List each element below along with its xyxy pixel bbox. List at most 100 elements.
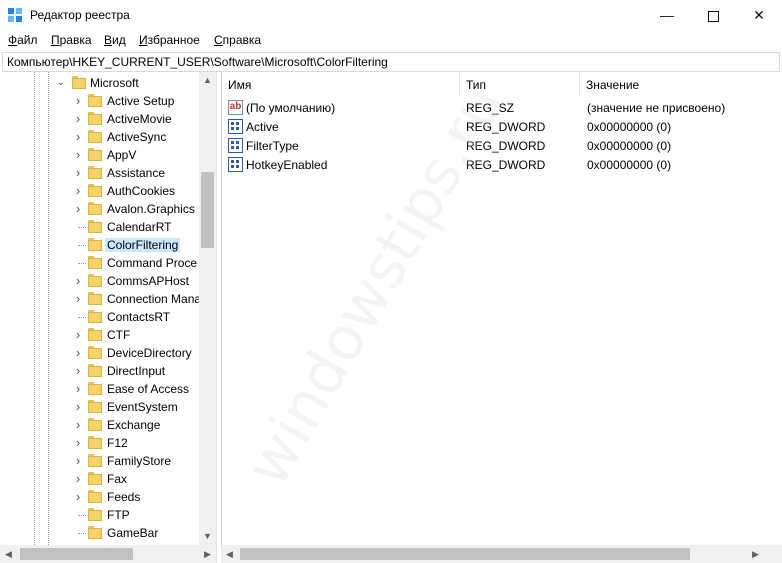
minimize-button[interactable]: — (644, 0, 690, 31)
folder-icon (72, 76, 86, 89)
tree-item-label: ColorFiltering (105, 238, 181, 252)
maximize-button[interactable] (690, 0, 736, 31)
expand-chevron-icon[interactable]: › (73, 400, 83, 413)
tree-item-microsoft[interactable]: ⌄ Microsoft (0, 74, 200, 92)
expand-chevron-icon[interactable]: › (73, 436, 83, 449)
list-horizontal-scrollbar[interactable]: ◀ ▶ (221, 545, 764, 563)
tree-item-appv[interactable]: › AppV (0, 146, 200, 164)
tree-item-ease-of-access[interactable]: › Ease of Access (0, 380, 200, 398)
tree-item-label: EventSystem (107, 400, 178, 414)
tree-item-devicedirectory[interactable]: › DeviceDirectory (0, 344, 200, 362)
expand-chevron-icon[interactable]: › (73, 94, 83, 107)
folder-icon (88, 328, 102, 341)
title-bar: Редактор реестра — ✕ (0, 0, 782, 31)
expand-chevron-icon[interactable]: › (73, 472, 83, 485)
expand-chevron-icon[interactable]: › (73, 184, 83, 197)
tree-item-feeds[interactable]: › Feeds (0, 488, 200, 506)
tree-scroll-thumb[interactable] (201, 172, 214, 248)
tree-item-commsaphost[interactable]: › CommsAPHost (0, 272, 200, 290)
tree-item-activemovie[interactable]: › ActiveMovie (0, 110, 200, 128)
menu-help[interactable]: Справка (214, 33, 261, 47)
tree-item-contactsrt[interactable]: ContactsRT (0, 308, 200, 326)
tree-horizontal-scrollbar[interactable]: ◀ ▶ (0, 545, 216, 563)
scroll-left-arrow-icon[interactable]: ◀ (0, 545, 17, 563)
expand-chevron-icon[interactable]: › (73, 148, 83, 161)
tree-connector-line (78, 533, 86, 534)
tree-connector-line (78, 317, 86, 318)
column-header-value[interactable]: Значение (580, 72, 782, 96)
tree-item-active-setup[interactable]: › Active Setup (0, 92, 200, 110)
tree-item-avalon-graphics[interactable]: › Avalon.Graphics (0, 200, 200, 218)
expand-chevron-icon[interactable]: › (73, 130, 83, 143)
tree-vertical-scrollbar[interactable]: ▲ ▼ (199, 72, 216, 545)
tree-item-exchange[interactable]: › Exchange (0, 416, 200, 434)
cell-name: Active (246, 120, 279, 134)
tree-item-familystore[interactable]: › FamilyStore (0, 452, 200, 470)
menu-view[interactable]: Вид (104, 33, 126, 47)
address-path: Компьютер\HKEY_CURRENT_USER\Software\Mic… (7, 55, 388, 69)
expand-chevron-icon[interactable]: › (73, 418, 83, 431)
tree-item-label: Feeds (107, 490, 141, 504)
tree-item-directinput[interactable]: › DirectInput (0, 362, 200, 380)
close-button[interactable]: ✕ (736, 0, 782, 31)
scroll-left-arrow-icon[interactable]: ◀ (221, 545, 238, 563)
cell-value: 0x00000000 (0) (587, 120, 672, 134)
scroll-right-arrow-icon[interactable]: ▶ (199, 545, 216, 563)
tree-item-label: ContactsRT (107, 310, 171, 324)
tree-item-calendarrt[interactable]: CalendarRT (0, 218, 200, 236)
folder-icon (88, 292, 102, 305)
tree-item-fax[interactable]: › Fax (0, 470, 200, 488)
expand-chevron-icon[interactable]: › (73, 274, 83, 287)
list-row[interactable]: Active REG_DWORD 0x00000000 (0) (222, 118, 782, 136)
expand-chevron-icon[interactable]: › (73, 364, 83, 377)
expand-chevron-icon[interactable]: › (73, 112, 83, 125)
menu-edit[interactable]: Правка (51, 33, 92, 47)
tree-hscroll-thumb[interactable] (20, 548, 133, 560)
address-bar[interactable]: Компьютер\HKEY_CURRENT_USER\Software\Mic… (2, 52, 780, 72)
folder-icon (88, 364, 102, 377)
tree-item-ctf[interactable]: › CTF (0, 326, 200, 344)
folder-icon (88, 400, 102, 413)
tree-item-assistance[interactable]: › Assistance (0, 164, 200, 182)
tree-item-gamebar[interactable]: GameBar (0, 524, 200, 542)
scroll-right-arrow-icon[interactable]: ▶ (747, 545, 764, 563)
tree-item-connection-mana[interactable]: › Connection Mana (0, 290, 201, 308)
tree-item-colorfiltering[interactable]: ColorFiltering (0, 236, 200, 254)
scroll-down-arrow-icon[interactable]: ▼ (199, 528, 216, 545)
tree-item-label: DeviceDirectory (107, 346, 192, 360)
tree-item-activesync[interactable]: › ActiveSync (0, 128, 200, 146)
scroll-up-arrow-icon[interactable]: ▲ (199, 72, 216, 89)
tree-item-ftp[interactable]: FTP (0, 506, 200, 524)
expand-chevron-icon[interactable]: › (73, 202, 83, 215)
expand-chevron-icon[interactable]: › (73, 490, 83, 503)
expand-chevron-icon[interactable]: › (73, 346, 83, 359)
list-row[interactable]: ab (По умолчанию) REG_SZ (значение не присв… (222, 99, 782, 117)
cell-name: HotkeyEnabled (246, 158, 328, 172)
expand-chevron-icon[interactable]: › (73, 382, 83, 395)
expand-chevron-icon[interactable]: › (73, 166, 83, 179)
expand-chevron-icon[interactable]: › (73, 292, 83, 305)
tree-item-command-proce[interactable]: Command Proce (0, 254, 200, 272)
folder-icon (88, 436, 102, 449)
column-header-name[interactable]: Имя (222, 72, 460, 96)
list-row[interactable]: FilterType REG_DWORD 0x00000000 (0) (222, 137, 782, 155)
list-hscroll-thumb[interactable] (240, 548, 690, 560)
tree-item-label: Microsoft (90, 76, 139, 90)
tree-item-label: Assistance (107, 166, 166, 180)
folder-icon (88, 382, 102, 395)
tree-item-f12[interactable]: › F12 (0, 434, 200, 452)
column-header-type[interactable]: Тип (460, 72, 580, 96)
cell-name: FilterType (246, 139, 299, 153)
expand-chevron-icon[interactable]: › (73, 328, 83, 341)
folder-icon (88, 454, 102, 467)
tree-item-authcookies[interactable]: › AuthCookies (0, 182, 200, 200)
menu-favorites[interactable]: Избранное (139, 33, 200, 47)
tree-item-eventsystem[interactable]: › EventSystem (0, 398, 200, 416)
dword-value-icon (228, 119, 243, 134)
menu-file[interactable]: Файл (8, 33, 38, 47)
list-row[interactable]: HotkeyEnabled REG_DWORD 0x00000000 (0) (222, 156, 782, 174)
tree-item-label: Fax (107, 472, 128, 486)
expand-chevron-icon[interactable]: › (73, 454, 83, 467)
folder-icon (88, 166, 102, 179)
collapse-chevron-icon[interactable]: ⌄ (56, 78, 66, 88)
